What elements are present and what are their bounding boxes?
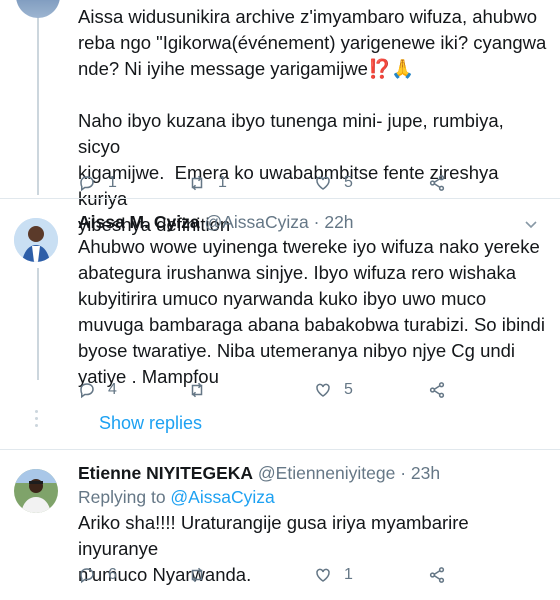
- retweet-icon: [191, 382, 203, 398]
- tweet-header: Aissa M. Cyiza @AissaCyiza · 22h: [78, 211, 354, 233]
- share-icon: [429, 175, 445, 191]
- thread-dots: [35, 410, 39, 431]
- like-button[interactable]: 5: [314, 174, 353, 192]
- reply-button[interactable]: 4: [78, 381, 117, 399]
- like-button[interactable]: 1: [314, 566, 353, 584]
- thread-line: [37, 268, 39, 380]
- reply-icon: [80, 176, 94, 192]
- reply-button[interactable]: 6: [78, 566, 117, 584]
- heart-icon: [316, 176, 330, 190]
- replying-to-label: Replying to: [78, 487, 171, 507]
- display-name[interactable]: Etienne NIYITEGEKA: [78, 463, 253, 483]
- timestamp[interactable]: · 23h: [400, 463, 440, 483]
- heart-icon: [316, 383, 330, 397]
- share-button[interactable]: [428, 381, 446, 399]
- retweet-button[interactable]: [188, 566, 218, 584]
- user-handle[interactable]: @Etienneniyitege: [258, 463, 395, 483]
- tweet-actions: 6 1: [78, 566, 458, 590]
- retweet-icon: [191, 567, 203, 583]
- reply-icon: [80, 383, 94, 399]
- divider: [0, 449, 560, 450]
- retweet-icon: [191, 175, 203, 191]
- avatar[interactable]: [14, 469, 58, 513]
- reply-icon: [80, 568, 94, 584]
- avatar[interactable]: [14, 218, 58, 262]
- heart-icon: [316, 568, 330, 582]
- tweet-actions: 4 5: [78, 381, 458, 405]
- reply-count: 6: [108, 566, 117, 583]
- avatar-photo: [14, 218, 58, 262]
- mention-link[interactable]: @AissaCyiza: [170, 487, 274, 507]
- retweet-button[interactable]: [188, 381, 218, 399]
- tweet-text: Ahubwo wowe uyinenga twereke iyo wifuza …: [78, 236, 545, 387]
- display-name[interactable]: Aissa M. Cyiza: [78, 212, 200, 232]
- share-icon: [429, 567, 445, 583]
- share-icon: [429, 382, 445, 398]
- tweet-text: Aissa widusunikira archive z'imyambaro w…: [78, 6, 547, 235]
- show-replies-link[interactable]: Show replies: [99, 413, 202, 434]
- thread-line: [37, 0, 39, 195]
- reply-button[interactable]: 1: [78, 174, 117, 192]
- avatar[interactable]: [16, 0, 60, 18]
- user-handle[interactable]: @AissaCyiza: [204, 212, 308, 232]
- share-button[interactable]: [428, 566, 446, 584]
- divider: [0, 198, 560, 199]
- tweet-actions: 1 1 5: [78, 174, 458, 198]
- like-count: 5: [344, 174, 353, 191]
- avatar-photo: [14, 469, 58, 513]
- retweet-button[interactable]: 1: [188, 174, 227, 192]
- tweet-header: Etienne NIYITEGEKA @Etienneniyitege · 23…: [78, 462, 440, 484]
- share-button[interactable]: [428, 174, 446, 192]
- like-button[interactable]: 5: [314, 381, 353, 399]
- chevron-down-icon[interactable]: [524, 217, 538, 231]
- like-count: 5: [344, 381, 353, 398]
- replying-to: Replying to @AissaCyiza: [78, 487, 275, 508]
- timestamp[interactable]: · 22h: [314, 212, 354, 232]
- like-count: 1: [344, 566, 353, 583]
- retweet-count: 1: [218, 174, 227, 191]
- reply-count: 4: [108, 381, 117, 398]
- reply-count: 1: [108, 174, 117, 191]
